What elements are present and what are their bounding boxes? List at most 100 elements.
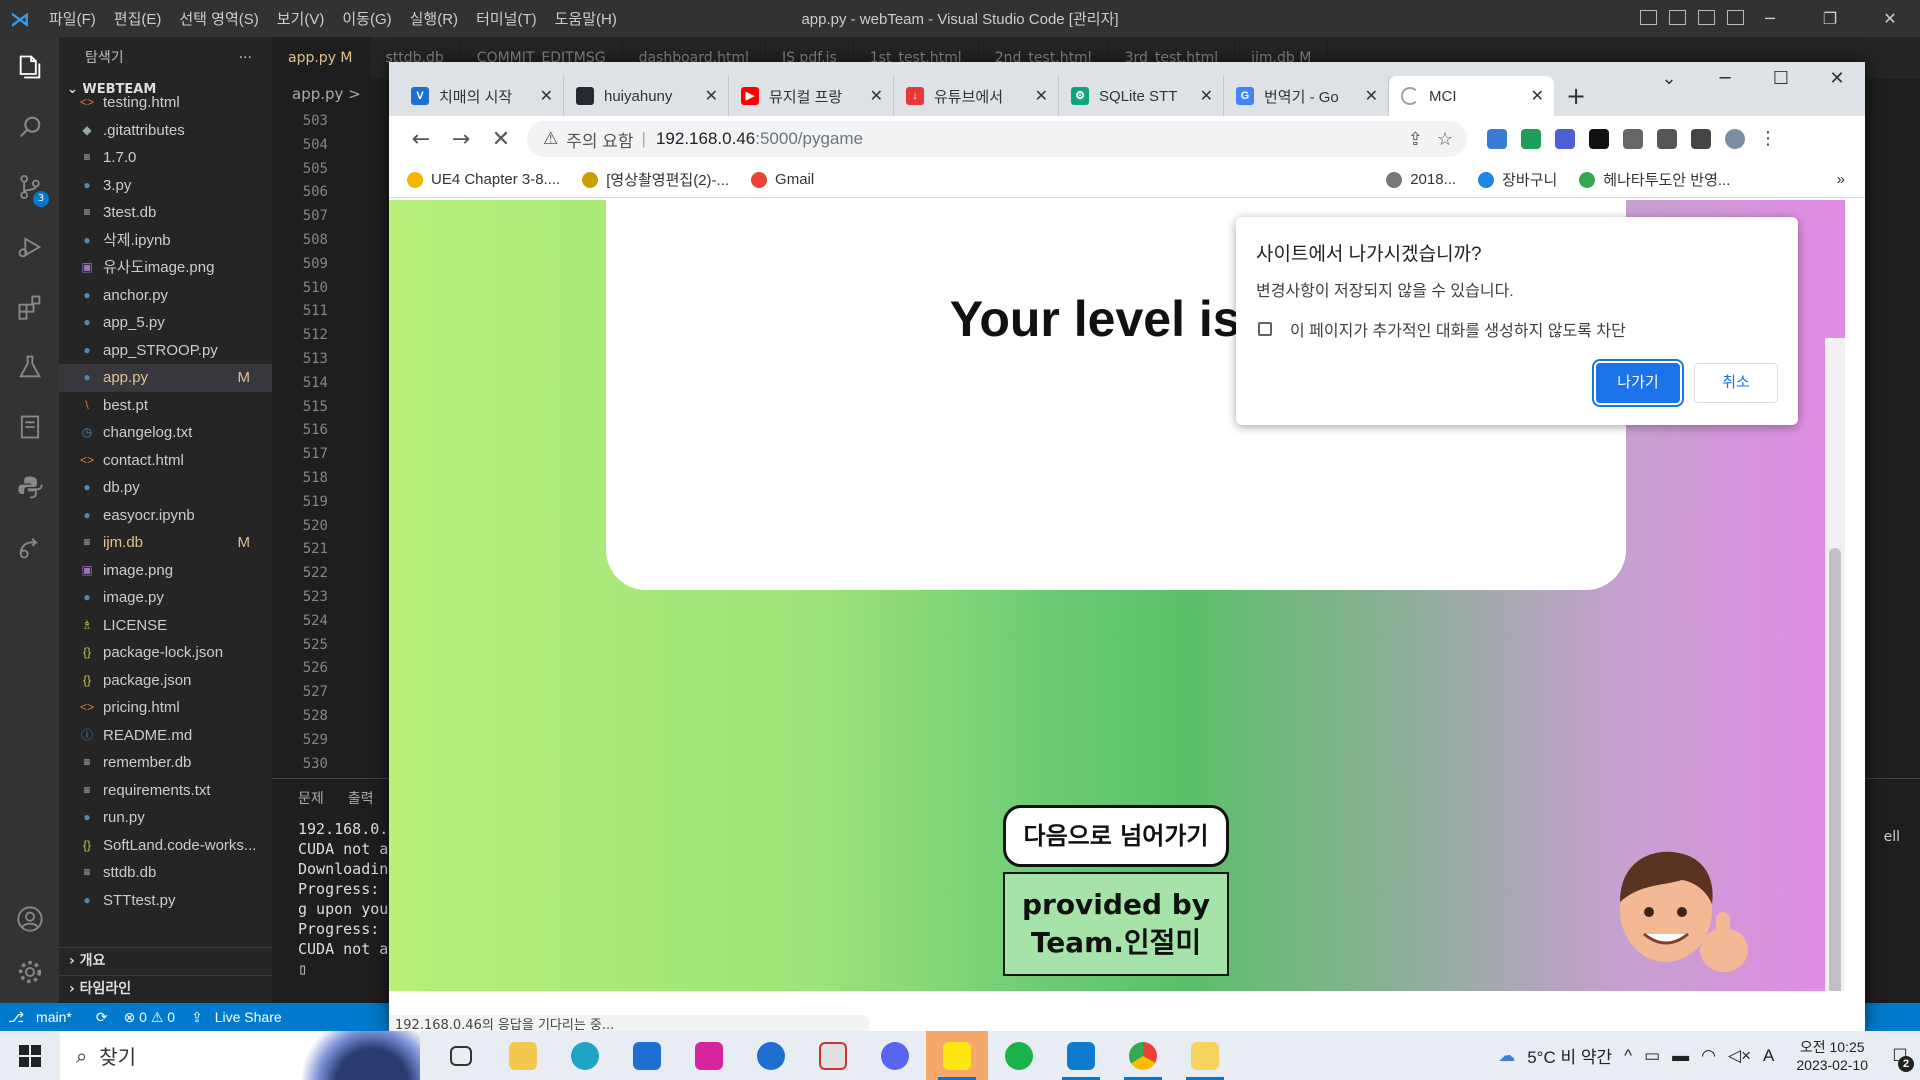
instagram-icon[interactable] [678, 1031, 740, 1080]
file-item[interactable]: ● easyocr.ipynb [59, 502, 272, 530]
python-idle-icon[interactable] [1174, 1031, 1236, 1080]
browser-minimize-button[interactable]: ─ [1697, 62, 1753, 96]
file-item[interactable]: ● image.py [59, 584, 272, 612]
bookmark-item[interactable]: Gmail [751, 169, 814, 190]
file-item[interactable]: ● 3.py [59, 172, 272, 200]
bookmark-star-icon[interactable]: ☆ [1437, 129, 1453, 150]
back-icon[interactable]: ← [401, 127, 441, 152]
checkbox-label[interactable]: 이 페이지가 추가적인 대화를 생성하지 않도록 차단 [1290, 317, 1626, 341]
edge-icon[interactable] [554, 1031, 616, 1080]
meet-now-icon[interactable]: ▭ [1644, 1046, 1660, 1066]
file-item[interactable]: ≡ ijm.db M [59, 529, 272, 557]
cancel-button[interactable]: 취소 [1694, 363, 1778, 403]
windows-start-icon[interactable] [0, 1044, 60, 1067]
browser-tab[interactable]: V 치매의 시작 ✕ [399, 76, 564, 116]
toggle-secondary-sidebar-icon[interactable] [1698, 10, 1715, 25]
accounts-icon[interactable] [0, 889, 59, 949]
file-item[interactable]: ◷ changelog.txt [59, 419, 272, 447]
app-arrow-icon[interactable] [740, 1031, 802, 1080]
snip-tool-icon[interactable] [802, 1031, 864, 1080]
breadcrumb[interactable]: app.py > [272, 79, 361, 109]
editor-tab[interactable]: app.py M [272, 37, 370, 79]
bookmark-item[interactable]: [영상촬영편집(2)-... [582, 169, 729, 190]
browser-tab[interactable]: huiyahuny ✕ [564, 76, 729, 116]
share-icon[interactable]: ⇪ [1408, 129, 1423, 150]
live-share-icon[interactable] [0, 517, 59, 577]
file-item[interactable]: {} SoftLand.code-works... [59, 832, 272, 860]
url-text[interactable]: 192.168.0.46:5000/pygame [656, 129, 863, 149]
tab-close-icon[interactable]: ✕ [1035, 86, 1048, 106]
toggle-sidebar-icon[interactable] [1640, 10, 1657, 25]
browser-close-button[interactable]: ✕ [1809, 62, 1865, 96]
extensions-puzzle-icon[interactable] [1623, 129, 1643, 149]
file-item[interactable]: ● anchor.py [59, 282, 272, 310]
menu-item[interactable]: 선택 영역(S) [170, 8, 267, 29]
minimize-button[interactable]: ─ [1740, 0, 1800, 37]
clock[interactable]: 오전 10:25 2023-02-10 [1796, 1038, 1868, 1074]
extension-pen-icon[interactable] [1521, 129, 1541, 149]
live-share-status[interactable]: ⇪ Live Share [183, 1009, 298, 1026]
green-app-icon[interactable] [988, 1031, 1050, 1080]
terminal-shell-label[interactable]: ell [1884, 829, 1900, 845]
menu-item[interactable]: 도움말(H) [546, 8, 626, 29]
battery-icon[interactable]: ▬ [1672, 1046, 1689, 1066]
file-item[interactable]: ● app.py M [59, 364, 272, 392]
chrome-taskbar-icon[interactable] [1112, 1031, 1174, 1080]
file-item[interactable]: ≡ sttdb.db [59, 859, 272, 887]
notion-icon[interactable] [1589, 129, 1609, 149]
task-view-icon[interactable] [430, 1031, 492, 1080]
weather-text[interactable]: 5°C 비 약간 [1527, 1043, 1612, 1068]
extension-translate-icon[interactable] [1487, 129, 1507, 149]
file-item[interactable]: ≡ 1.7.0 [59, 144, 272, 172]
file-item[interactable]: ♗ LICENSE [59, 612, 272, 640]
sync-icon[interactable]: ⟳ [88, 1009, 116, 1026]
problems-status[interactable]: ⊗ 0 ⚠ 0 [116, 1009, 184, 1026]
security-label[interactable]: 주의 요함 [566, 127, 633, 152]
checkbox-icon[interactable] [1258, 322, 1272, 336]
menu-item[interactable]: 보기(V) [268, 8, 334, 29]
vscode-taskbar-icon[interactable] [1050, 1031, 1112, 1080]
file-item[interactable]: ≡ 3test.db [59, 199, 272, 227]
file-item[interactable]: ▣ image.png [59, 557, 272, 585]
scrollbar-thumb[interactable] [1829, 548, 1841, 991]
tab-search-icon[interactable]: ⌄ [1641, 62, 1697, 96]
toggle-panel-icon[interactable] [1669, 10, 1686, 25]
weather-icon[interactable]: ☁ [1498, 1046, 1515, 1066]
file-item[interactable]: ● STTtest.py [59, 887, 272, 915]
browser-tab[interactable]: G 번역기 - Go ✕ [1224, 76, 1389, 116]
panel-tab[interactable]: 출력 [348, 779, 374, 819]
menu-item[interactable]: 터미널(T) [467, 8, 546, 29]
file-item[interactable]: ◆ .gitattributes [59, 117, 272, 145]
side-panel-icon[interactable] [1691, 129, 1711, 149]
file-item[interactable]: <> testing.html [59, 89, 272, 117]
extension-m-icon[interactable] [1555, 129, 1575, 149]
settings-gear-icon[interactable] [0, 942, 59, 1002]
kakaotalk-icon[interactable] [926, 1031, 988, 1080]
menu-item[interactable]: 이동(G) [333, 8, 400, 29]
source-control-icon[interactable]: 3 [0, 157, 59, 217]
chrome-menu-icon[interactable]: ⋮ [1759, 129, 1779, 149]
explorer-icon[interactable] [0, 37, 59, 97]
browser-tab[interactable]: ↓ 유튜브에서 ✕ [894, 76, 1059, 116]
testing-icon[interactable] [0, 337, 59, 397]
file-item[interactable]: ● 삭제.ipynb [59, 227, 272, 255]
browser-tab[interactable]: ⚙ SQLite STT ✕ [1059, 76, 1224, 116]
page-scrollbar[interactable] [1825, 338, 1845, 991]
file-item[interactable]: <> pricing.html [59, 694, 272, 722]
extensions-icon[interactable] [0, 277, 59, 337]
bookmark-item[interactable]: 장바구니 [1478, 169, 1557, 190]
stop-loading-icon[interactable]: ✕ [481, 127, 521, 152]
browser-maximize-button[interactable]: ☐ [1753, 62, 1809, 96]
forward-icon[interactable]: → [441, 127, 481, 152]
search-icon[interactable] [0, 97, 59, 157]
file-explorer-icon[interactable] [492, 1031, 554, 1080]
file-item[interactable]: ≡ requirements.txt [59, 777, 272, 805]
reading-list-icon[interactable] [1657, 129, 1677, 149]
close-button[interactable]: ✕ [1860, 0, 1920, 37]
profile-avatar[interactable] [1725, 129, 1745, 149]
tab-close-icon[interactable]: ✕ [705, 86, 718, 106]
panel-tab[interactable]: 문제 [298, 779, 324, 819]
file-item[interactable]: \ best.pt [59, 392, 272, 420]
tab-close-icon[interactable]: ✕ [870, 86, 883, 106]
file-item[interactable]: ● app_5.py [59, 309, 272, 337]
